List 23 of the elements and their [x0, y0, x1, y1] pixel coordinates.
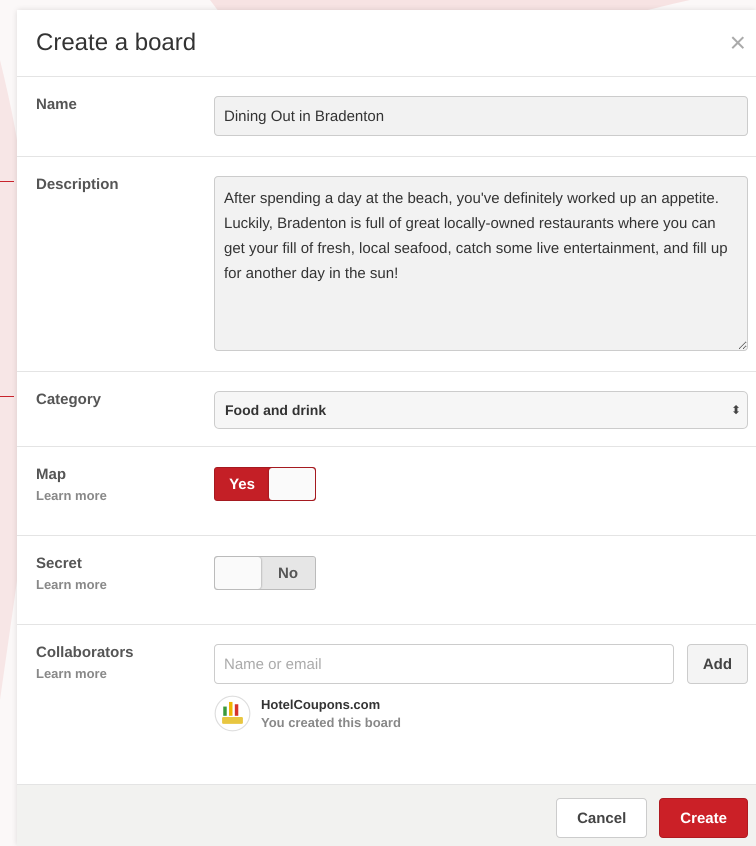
field-label: Secret	[36, 555, 83, 572]
field-label: Description	[36, 176, 120, 193]
learn-more-link[interactable]: Learn more	[36, 577, 107, 592]
cancel-button[interactable]: Cancel	[556, 798, 648, 838]
toggle-switch[interactable]: No	[214, 556, 316, 590]
add-button[interactable]: Add	[686, 644, 748, 684]
collaborator-name: HotelCoupons.com	[261, 697, 382, 712]
learn-more-link[interactable]: Learn more	[36, 666, 107, 681]
field-label: Collaborators	[36, 644, 135, 661]
toggle-switch[interactable]: Yes	[214, 467, 316, 501]
description-field[interactable]: After spending a day at the beach, you've definitely worked up an appetite. Luckily, Bradenton is full of great locally-owned restaurants where you can get your fill of fresh, local seafood, catch some live entertainment, and fill up for another day in the sun!	[214, 176, 748, 351]
create-button[interactable]: Create	[659, 798, 748, 838]
field-label: Map	[36, 466, 67, 483]
collaborator-note: You created this board	[261, 715, 401, 730]
name-field[interactable]: Dining Out in Bradenton	[214, 96, 748, 136]
field-label: Name	[36, 96, 78, 113]
learn-more-link[interactable]: Learn more	[36, 488, 107, 503]
category-dropdown[interactable]: Food and drink ⬍	[214, 391, 748, 429]
field-label: Category	[36, 391, 102, 408]
dialog-title: Create a board	[36, 29, 196, 57]
dropdown-arrow-icon: ⬍	[731, 403, 741, 417]
avatar-icon	[214, 695, 251, 732]
collaborator-field[interactable]: Name or email	[214, 644, 674, 684]
